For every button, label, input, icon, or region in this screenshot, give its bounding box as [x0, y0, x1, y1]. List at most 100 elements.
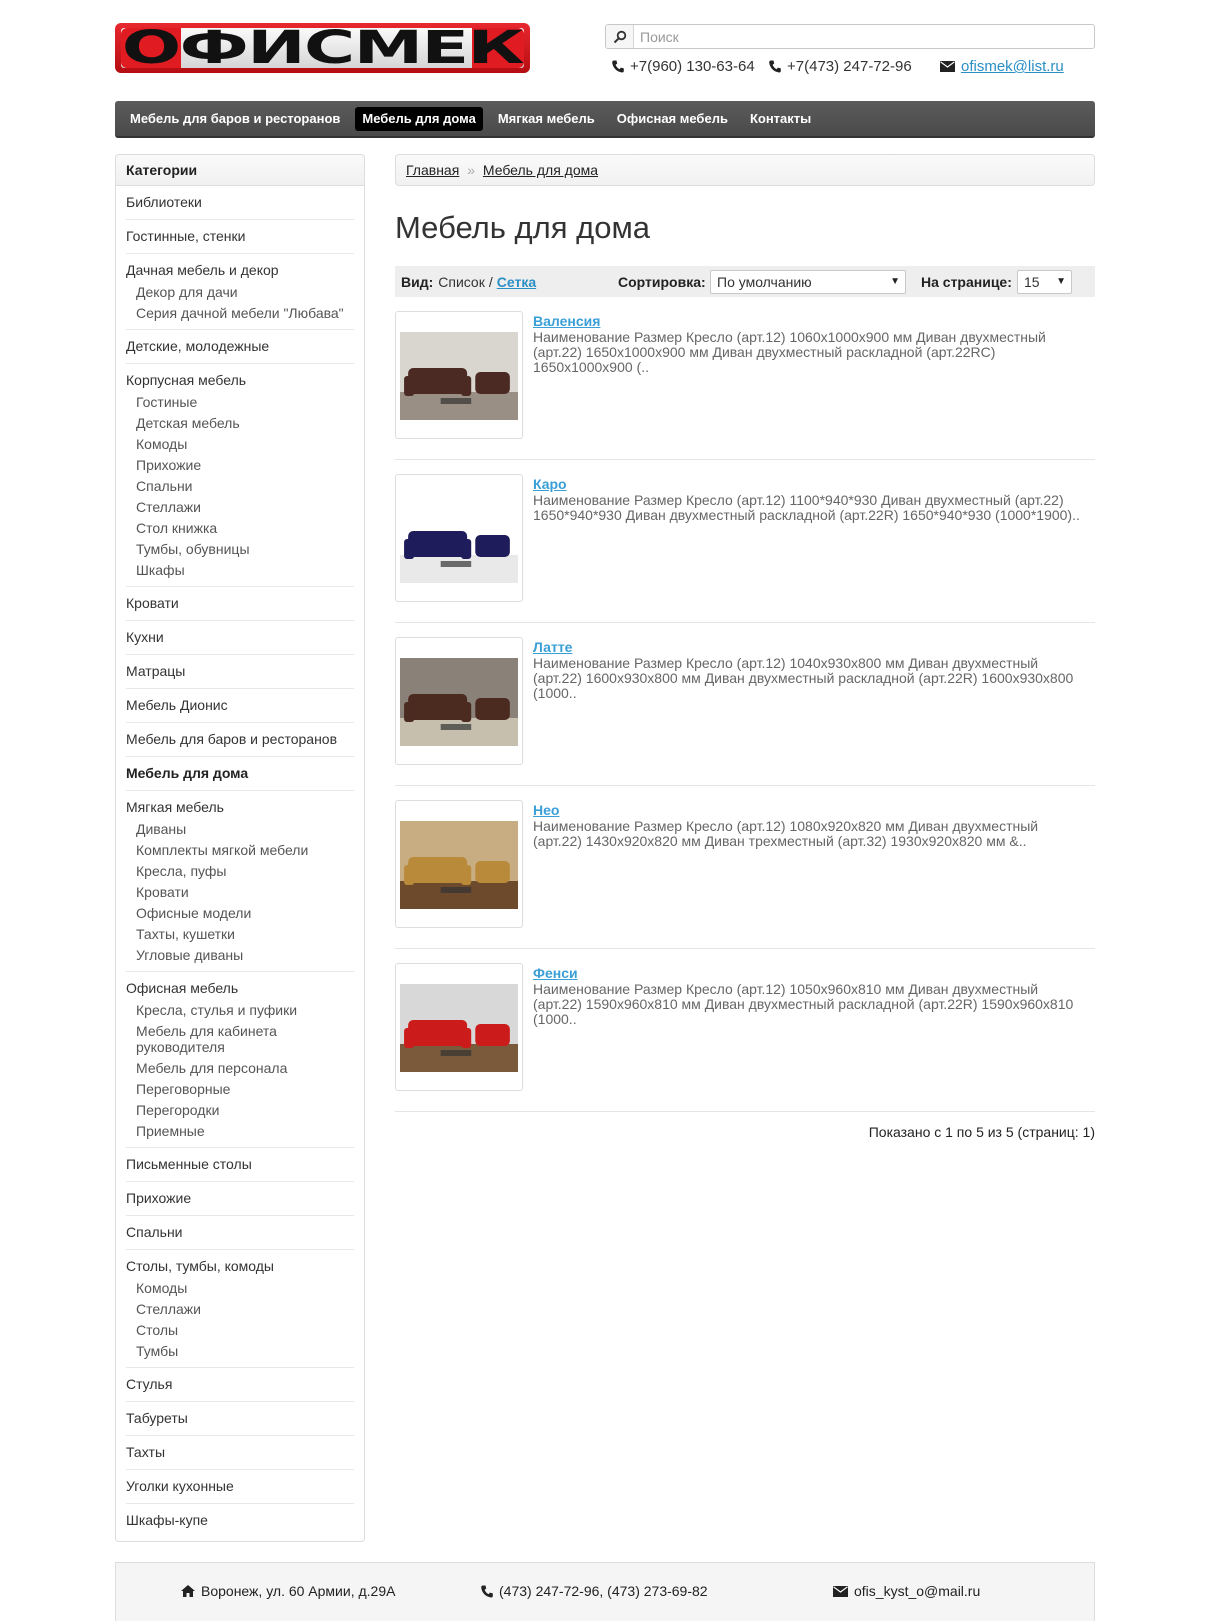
sidebar-category: Мебель для баров и ресторанов: [126, 723, 354, 757]
product-photo-illustration: [400, 1020, 518, 1072]
sidebar-subcategory-link[interactable]: Декор для дачи: [126, 284, 354, 300]
sidebar-subcategory-link[interactable]: Мебель для кабинета руководителя: [126, 1023, 354, 1055]
product-thumbnail[interactable]: [395, 474, 523, 602]
sidebar-category: Корпусная мебель Гостиные Детская мебель Ко…: [126, 364, 354, 587]
product-item: Каро Наименование Размер Кресло (арт.12) …: [395, 460, 1095, 623]
sidebar-category-link[interactable]: Офисная мебель: [126, 980, 354, 997]
sidebar-subcategory-link[interactable]: Столы: [126, 1322, 354, 1338]
envelope-icon: [833, 1585, 848, 1597]
sidebar-category-link[interactable]: Мебель Дионис: [126, 697, 354, 714]
view-list-option[interactable]: Список: [438, 274, 485, 290]
search-input[interactable]: [634, 26, 1094, 47]
sidebar-category-link[interactable]: Спальни: [126, 1224, 354, 1241]
sidebar-category-link[interactable]: Дачная мебель и декор: [126, 262, 354, 279]
view-separator: /: [488, 273, 493, 290]
sidebar-subcategory-link[interactable]: Кровати: [126, 884, 354, 900]
sidebar-subcategory-link[interactable]: Кресла, пуфы: [126, 863, 354, 879]
nav-item-soft-furniture[interactable]: Мягкая мебель: [491, 107, 602, 131]
sidebar-category-link[interactable]: Мебель для дома: [126, 765, 354, 782]
product-item: Нео Наименование Размер Кресло (арт.12) 1…: [395, 786, 1095, 949]
sidebar-category-link[interactable]: Тахты: [126, 1444, 354, 1461]
product-thumbnail[interactable]: [395, 963, 523, 1091]
sidebar-category-link[interactable]: Мебель для баров и ресторанов: [126, 731, 354, 748]
sidebar-category-link[interactable]: Корпусная мебель: [126, 372, 354, 389]
footer-email-text[interactable]: ofis_kyst_o@mail.ru: [854, 1583, 980, 1599]
sidebar-category-link[interactable]: Гостинные, стенки: [126, 228, 354, 245]
email-link[interactable]: ofismek@list.ru: [961, 58, 1064, 75]
product-name-link[interactable]: Латте: [533, 639, 572, 655]
sidebar-category-link[interactable]: Кровати: [126, 595, 354, 612]
phone-icon: [612, 60, 624, 73]
nav-item-home-furniture[interactable]: Мебель для дома: [355, 107, 483, 131]
page-title: Мебель для дома: [395, 210, 650, 245]
sidebar-category-link[interactable]: Кухни: [126, 629, 354, 646]
product-thumbnail[interactable]: [395, 311, 523, 439]
sidebar-category: Кухни: [126, 621, 354, 655]
nav-item-bars[interactable]: Мебель для баров и ресторанов: [123, 107, 347, 131]
pager-row: Показано с 1 по 5 из 5 (страниц: 1): [395, 1124, 1095, 1154]
sidebar-category-link[interactable]: Матрацы: [126, 663, 354, 680]
product-description: Наименование Размер Кресло (арт.12) 1060…: [533, 329, 1046, 375]
sidebar-subcategory-link[interactable]: Переговорные: [126, 1081, 354, 1097]
search-button[interactable]: [606, 25, 634, 48]
search-icon: [613, 30, 626, 43]
sidebar-category-link[interactable]: Прихожие: [126, 1190, 354, 1207]
logo-plate: ОФИСМЕК: [121, 25, 525, 70]
view-grid-link[interactable]: Сетка: [497, 274, 536, 290]
product-name-link[interactable]: Валенсия: [533, 313, 600, 329]
sidebar-subcategory-link[interactable]: Гостиные: [126, 394, 354, 410]
product-image: [400, 495, 518, 583]
breadcrumb-current[interactable]: Мебель для дома: [483, 162, 598, 178]
product-thumbnail[interactable]: [395, 800, 523, 928]
breadcrumb-separator: »: [467, 162, 475, 178]
sort-label: Сортировка:: [618, 273, 706, 290]
sidebar-subcategory-link[interactable]: Приемные: [126, 1123, 354, 1139]
breadcrumb-home[interactable]: Главная: [406, 162, 459, 178]
sidebar-subcategory-link[interactable]: Прихожие: [126, 457, 354, 473]
footer-phones-text: (473) 247-72-96, (473) 273-69-82: [499, 1583, 708, 1599]
product-name-link[interactable]: Фенси: [533, 965, 578, 981]
sidebar-subcategory-link[interactable]: Диваны: [126, 821, 354, 837]
nav-item-contacts[interactable]: Контакты: [743, 107, 818, 131]
nav-item-office-furniture[interactable]: Офисная мебель: [610, 107, 735, 131]
header-contacts: +7(960) 130-63-64 +7(473) 247-72-96 ofis…: [612, 58, 1095, 80]
sidebar-subcategory-link[interactable]: Тумбы: [126, 1343, 354, 1359]
sidebar-category-link[interactable]: Библиотеки: [126, 194, 354, 211]
sidebar-category-link[interactable]: Шкафы-купе: [126, 1512, 354, 1529]
sidebar-subcategory-link[interactable]: Угловые диваны: [126, 947, 354, 963]
sidebar-category-link[interactable]: Столы, тумбы, комоды: [126, 1258, 354, 1275]
sidebar-subcategory-link[interactable]: Стеллажи: [126, 1301, 354, 1317]
sidebar-subcategory-link[interactable]: Детская мебель: [126, 415, 354, 431]
sidebar-category-link[interactable]: Детские, молодежные: [126, 338, 354, 355]
sidebar-subcategory-link[interactable]: Офисные модели: [126, 905, 354, 921]
product-name-link[interactable]: Нео: [533, 802, 559, 818]
sidebar-subcategory-link[interactable]: Шкафы: [126, 562, 354, 578]
sidebar-category-link[interactable]: Табуреты: [126, 1410, 354, 1427]
sidebar-subcategory-link[interactable]: Тахты, кушетки: [126, 926, 354, 942]
sidebar-subcategory-link[interactable]: Спальни: [126, 478, 354, 494]
sidebar-subcategory-link[interactable]: Комплекты мягкой мебели: [126, 842, 354, 858]
sidebar-subcategory-link[interactable]: Стол книжка: [126, 520, 354, 536]
sidebar-category: Офисная мебель Кресла, стулья и пуфики Меб…: [126, 972, 354, 1148]
sidebar-subcategory-link[interactable]: Тумбы, обувницы: [126, 541, 354, 557]
product-item: Валенсия Наименование Размер Кресло (арт.…: [395, 297, 1095, 460]
sort-select[interactable]: По умолчанию ▼: [710, 270, 906, 294]
site-logo[interactable]: ОФИСМЕК: [115, 23, 530, 73]
sidebar-category-link[interactable]: Мягкая мебель: [126, 799, 354, 816]
sidebar-subcategory-link[interactable]: Мебель для персонала: [126, 1060, 354, 1076]
sidebar-category-link[interactable]: Уголки кухонные: [126, 1478, 354, 1495]
sidebar-subcategory-link[interactable]: Перегородки: [126, 1102, 354, 1118]
product-name-link[interactable]: Каро: [533, 476, 567, 492]
sidebar-category: Кровати: [126, 587, 354, 621]
sidebar-subcategory-link[interactable]: Комоды: [126, 1280, 354, 1296]
sidebar-category-link[interactable]: Письменные столы: [126, 1156, 354, 1173]
product-thumbnail[interactable]: [395, 637, 523, 765]
sidebar-subcategory-link[interactable]: Комоды: [126, 436, 354, 452]
phone-icon: [769, 60, 781, 73]
sidebar-subcategory-link[interactable]: Стеллажи: [126, 499, 354, 515]
sidebar-subcategory-link[interactable]: Кресла, стулья и пуфики: [126, 1002, 354, 1018]
sidebar-subcategory-link[interactable]: Серия дачной мебели "Любава": [126, 305, 354, 321]
per-page-select[interactable]: 15 ▼: [1017, 270, 1072, 294]
sidebar-category: Спальни: [126, 1216, 354, 1250]
sidebar-category-link[interactable]: Стулья: [126, 1376, 354, 1393]
